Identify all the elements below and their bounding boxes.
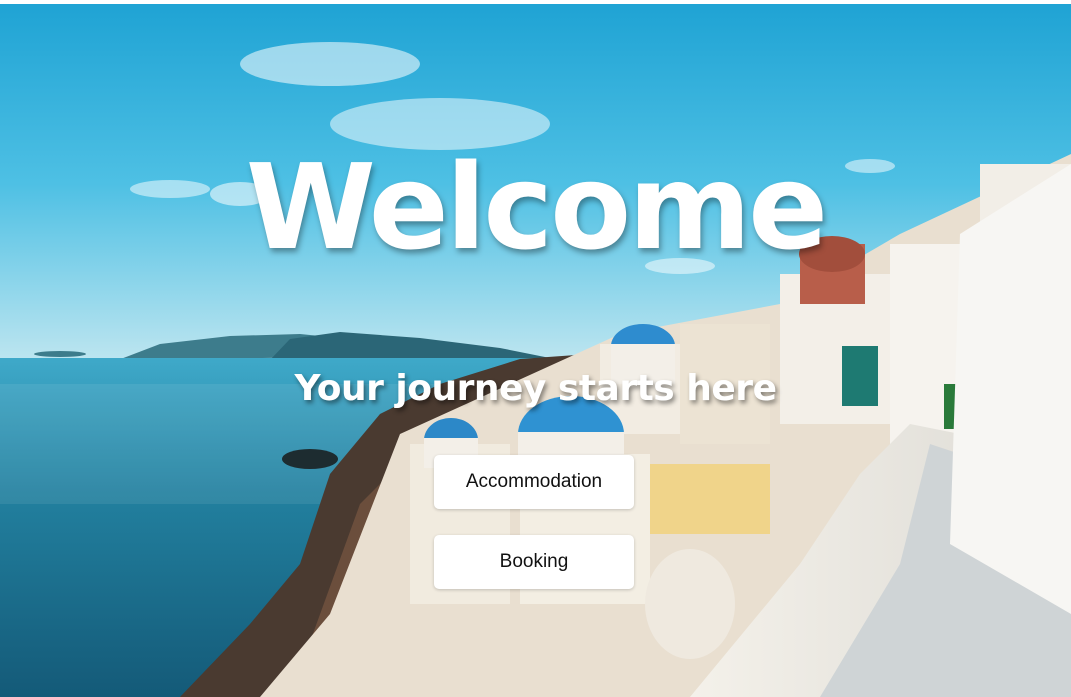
tagline-text: Your journey starts here — [294, 368, 777, 409]
accommodation-button[interactable]: Accommodation — [434, 455, 634, 509]
welcome-heading: Welcome — [245, 138, 828, 276]
booking-button[interactable]: Booking — [434, 535, 634, 589]
hero-background-image — [0, 4, 1071, 697]
hero-section: Welcome Your journey starts here Accommo… — [0, 4, 1071, 697]
